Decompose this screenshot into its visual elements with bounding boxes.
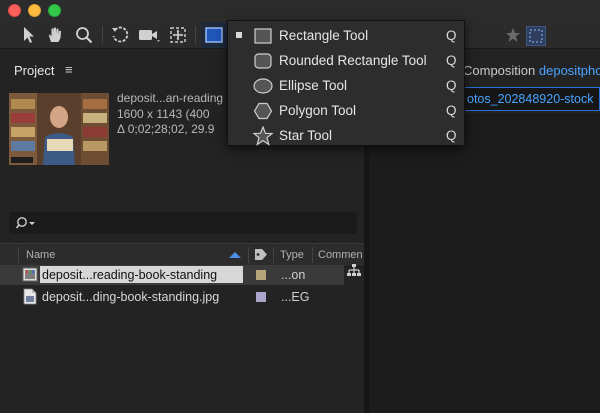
menu-item-label: Polygon Tool [279,103,357,118]
star-icon[interactable] [505,27,521,48]
composition-tab[interactable]: otos_202848920-stock [463,87,600,111]
item-type: ...on [281,268,306,282]
selected-item-dimensions: 1600 x 1143 (400 [117,106,210,121]
project-item-row[interactable]: deposit...reading-book-standing ...on [0,265,344,285]
column-type[interactable]: Type [280,249,304,261]
ellipse-icon [252,76,274,96]
item-name: deposit...ding-book-standing.jpg [42,290,220,304]
project-panel-title[interactable]: Project [14,63,54,78]
close-window-button[interactable] [8,4,21,17]
shape-tool-menu: Rectangle Tool Q Rounded Rectangle Tool … [227,20,465,146]
label-color-swatch[interactable] [256,292,266,302]
rectangle-tool-button[interactable] [201,22,227,48]
menu-item-shortcut: Q [446,53,457,68]
pan-behind-icon[interactable] [166,22,190,48]
menu-item-label: Rounded Rectangle Tool [279,53,427,68]
checkmark-icon [236,32,242,38]
selected-item-duration: Δ 0;02;28;02, 29.9 [117,122,215,136]
composition-label-name: depositphoto [538,63,600,78]
image-file-icon [23,288,37,308]
menu-item-label: Rectangle Tool [279,28,369,43]
project-column-header: Name Type Commen [0,243,364,267]
menu-item-star-tool[interactable]: Star Tool Q [228,123,464,148]
rotate-icon[interactable] [108,22,132,48]
hand-icon[interactable] [43,22,67,48]
menu-item-label: Star Tool [279,128,333,143]
selected-item-info: deposit...an-reading 1600 x 1143 (400 Δ … [117,91,223,138]
column-name[interactable]: Name [26,249,55,261]
column-comment[interactable]: Commen [318,249,363,261]
snapping-icon[interactable] [526,26,546,46]
camera-icon[interactable] [136,22,162,48]
footage-thumbnail [9,93,109,165]
selected-item-name: deposit...an-reading [117,91,224,105]
menu-item-ellipse-tool[interactable]: Ellipse Tool Q [228,73,464,98]
label-color-swatch[interactable] [256,270,266,280]
menu-item-rectangle-tool[interactable]: Rectangle Tool Q [228,23,464,48]
arrow-icon[interactable] [18,22,40,48]
star-icon [252,125,274,146]
title-bar [0,0,600,22]
rectangle-icon [252,26,274,46]
menu-item-polygon-tool[interactable]: Polygon Tool Q [228,98,464,123]
label-tag-icon[interactable] [254,248,268,261]
item-name: deposit...reading-book-standing [42,268,218,282]
menu-item-shortcut: Q [446,103,457,118]
rounded-rectangle-icon [252,51,274,71]
sort-ascending-icon[interactable] [228,251,242,259]
composition-icon [22,267,38,285]
menu-item-rounded-rectangle-tool[interactable]: Rounded Rectangle Tool Q [228,48,464,73]
menu-item-shortcut: Q [446,28,457,43]
zoom-window-button[interactable] [48,4,61,17]
search-icon [15,216,38,235]
composition-viewer[interactable] [369,113,600,413]
menu-item-shortcut: Q [446,128,457,143]
menu-item-label: Ellipse Tool [279,78,348,93]
panel-menu-icon[interactable]: ≡ [65,62,73,77]
zoom-icon[interactable] [72,22,96,48]
rectangle-tool-icon [205,27,223,43]
composition-panel-title[interactable]: Composition depositphoto [463,63,600,78]
flowchart-icon[interactable] [347,264,361,282]
polygon-icon [252,101,274,121]
composition-label-prefix: Composition [463,63,536,78]
menu-item-shortcut: Q [446,78,457,93]
project-item-row[interactable]: deposit...ding-book-standing.jpg ...EG [0,287,344,307]
project-search-input[interactable] [9,212,357,234]
minimize-window-button[interactable] [28,4,41,17]
item-type: ...EG [281,290,310,304]
